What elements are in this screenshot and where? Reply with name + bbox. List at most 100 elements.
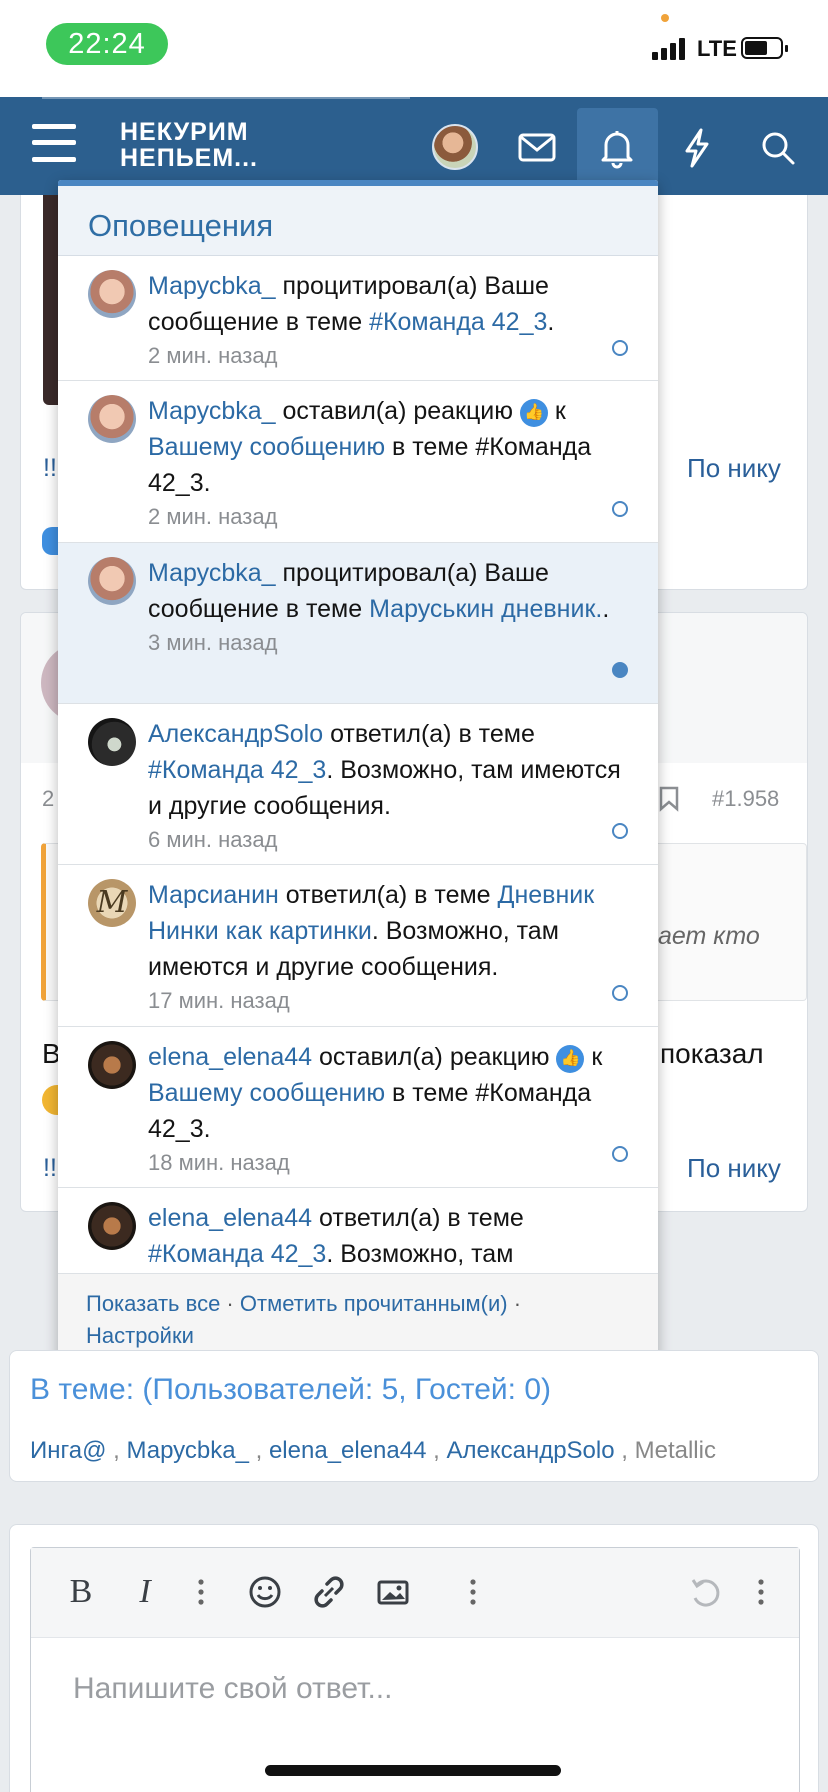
recording-indicator [661, 14, 669, 22]
notification-item-unread[interactable]: Марусbka_ процитировал(а) Ваше сообщение… [58, 543, 658, 704]
notification-item[interactable]: M Марсианин ответил(а) в теме Дневник Ни… [58, 865, 658, 1027]
notif-action: оставил(а) реакцию [275, 397, 520, 425]
popup-title: Оповещения [58, 186, 658, 256]
notif-user[interactable]: elena_elena44 [148, 1043, 312, 1071]
member-separator: , [614, 1437, 635, 1464]
notif-tail: . [547, 308, 555, 336]
menu-icon[interactable] [32, 124, 76, 162]
avatar[interactable] [88, 270, 136, 318]
mark-read-toggle[interactable] [612, 823, 628, 839]
post-link-left[interactable]: !! [43, 454, 57, 483]
notif-time: 2 мин. назад [148, 504, 278, 529]
user-avatar[interactable] [432, 124, 478, 170]
mark-read-toggle[interactable] [612, 985, 628, 1001]
undo-icon[interactable] [681, 1568, 729, 1616]
notification-item[interactable]: Марусbka_ процитировал(а) Ваше сообщение… [58, 256, 658, 381]
notif-user[interactable]: Марусbka_ [148, 559, 276, 587]
member-separator: , [106, 1437, 127, 1464]
reply-editor[interactable]: B I Напишите свой ответ... [30, 1547, 800, 1792]
image-icon[interactable] [369, 1568, 417, 1616]
more-options-icon[interactable] [737, 1568, 785, 1616]
notif-time: 6 мин. назад [148, 827, 278, 852]
post-link-left-2[interactable]: !! [43, 1154, 57, 1183]
notif-action: ответил(а) в теме [312, 1204, 524, 1232]
member-separator: , [248, 1437, 269, 1464]
bell-icon[interactable] [588, 119, 646, 177]
home-indicator[interactable] [265, 1765, 561, 1776]
by-nick-link[interactable]: По нику [687, 453, 781, 484]
notif-link[interactable]: Вашему сообщению [148, 1079, 385, 1107]
mark-read-toggle[interactable] [612, 662, 628, 678]
site-logo[interactable]: НЕКУРИМ НЕПЬЕМ... [120, 119, 258, 171]
member-link[interactable]: Марусbka_ [126, 1437, 248, 1464]
avatar[interactable] [88, 557, 136, 605]
post-number-left: 2 [42, 786, 55, 811]
notif-link[interactable]: Вашему сообщению [148, 433, 385, 461]
avatar[interactable] [88, 1041, 136, 1089]
editor-toolbar: B I [31, 1548, 799, 1638]
emoji-icon[interactable] [241, 1568, 289, 1616]
mark-read-toggle[interactable] [612, 340, 628, 356]
by-nick-link-2[interactable]: По нику [687, 1153, 781, 1184]
logo-line2: НЕПЬЕМ... [120, 144, 259, 172]
notif-connector: к [547, 397, 566, 425]
avatar-letter: M [96, 885, 128, 920]
notif-target[interactable]: #Команда 42_3 [148, 1240, 326, 1268]
avatar[interactable] [88, 395, 136, 443]
footer-separator: · [220, 1291, 240, 1316]
notif-target[interactable]: #Команда 42_3 [369, 308, 547, 336]
notif-user[interactable]: АлександрSolo [148, 720, 323, 748]
notif-time: 3 мин. назад [148, 630, 278, 655]
notification-item[interactable]: АлександрSolo ответил(а) в теме #Команда… [58, 704, 658, 865]
bookmark-icon[interactable] [658, 786, 680, 812]
member-link[interactable]: Инга@ [30, 1437, 106, 1464]
thread-members-block: В теме: (Пользователей: 5, Гостей: 0) Ин… [9, 1350, 819, 1482]
members-title: В теме: (Пользователей: 5, Гостей: 0) [30, 1373, 552, 1406]
post-number[interactable]: #1.958 [712, 786, 779, 812]
notif-action: ответил(а) в теме [278, 881, 498, 909]
notif-target[interactable]: Маруськин дневник. [369, 595, 602, 623]
notification-item[interactable]: elena_elena44 оставил(а) реакцию 👍 к Ваш… [58, 1027, 658, 1188]
notif-action: оставил(а) реакцию [312, 1043, 557, 1071]
mail-icon[interactable] [508, 119, 566, 177]
battery-icon [741, 37, 788, 59]
mark-all-read-link[interactable]: Отметить прочитанным(и) [240, 1291, 508, 1316]
members-list: Инга@ , Марусbka_ , elena_elena44 , Алек… [30, 1437, 716, 1465]
reply-placeholder: Напишите свой ответ... [73, 1672, 393, 1705]
logo-line1: НЕКУРИМ [120, 118, 249, 146]
reply-card: B I Напишите свой ответ... [9, 1524, 819, 1792]
notif-user[interactable]: Марусbka_ [148, 272, 276, 300]
more-options-icon[interactable] [449, 1568, 497, 1616]
notif-tail: . [602, 595, 610, 623]
search-icon[interactable] [749, 119, 807, 177]
more-options-icon[interactable] [177, 1568, 225, 1616]
thumbs-up-icon: 👍 [556, 1045, 585, 1073]
notification-item[interactable]: Марусbka_ оставил(а) реакцию 👍 к Вашему … [58, 381, 658, 543]
notif-user[interactable]: elena_elena44 [148, 1204, 312, 1232]
link-icon[interactable] [305, 1568, 353, 1616]
italic-button[interactable]: I [121, 1568, 169, 1616]
post-text-fragment-right: показал [660, 1038, 764, 1069]
avatar[interactable] [88, 718, 136, 766]
notif-time: 17 мин. назад [148, 988, 290, 1013]
notif-user[interactable]: Марсианин [148, 881, 279, 909]
lightning-icon[interactable] [668, 119, 726, 177]
member-link[interactable]: Metallic [635, 1437, 716, 1464]
bold-button[interactable]: B [57, 1568, 105, 1616]
notif-time: 2 мин. назад [148, 343, 278, 368]
mark-read-toggle[interactable] [612, 1146, 628, 1162]
member-link[interactable]: elena_elena44 [269, 1437, 427, 1464]
signal-icon [652, 38, 690, 60]
notif-tail: . Возможно, там [326, 1240, 514, 1268]
notif-connector: к [584, 1043, 603, 1071]
avatar[interactable] [88, 1202, 136, 1250]
notif-target[interactable]: #Команда 42_3 [148, 756, 326, 784]
settings-link[interactable]: Настройки [86, 1323, 194, 1348]
status-bar: 22:24 LTE [0, 0, 828, 97]
notif-user[interactable]: Марусbka_ [148, 397, 276, 425]
member-link[interactable]: АлександрSolo [446, 1437, 614, 1464]
avatar[interactable]: M [88, 879, 136, 927]
show-all-link[interactable]: Показать все [86, 1291, 220, 1316]
notif-action: ответил(а) в теме [323, 720, 535, 748]
mark-read-toggle[interactable] [612, 501, 628, 517]
